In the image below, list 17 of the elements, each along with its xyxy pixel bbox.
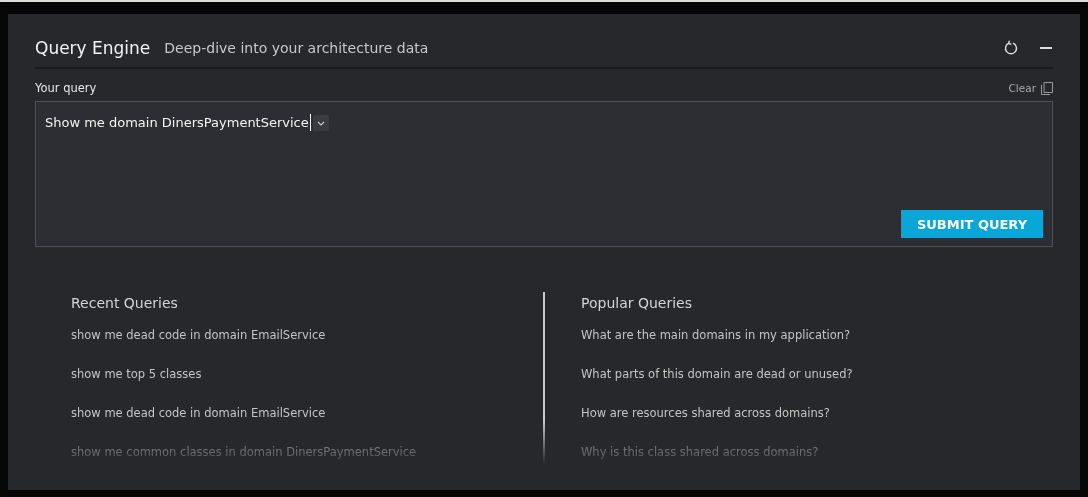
reset-icon[interactable] [1003, 40, 1019, 56]
popular-query-link[interactable]: What are the main domains in my application? [581, 328, 851, 344]
panel-title: Query Engine [35, 38, 151, 58]
query-text: Show me domain DinersPaymentService [45, 115, 309, 130]
popular-queries-heading: Popular Queries [581, 295, 693, 313]
recent-query-link[interactable]: show me dead code in domain EmailService [71, 328, 326, 344]
copy-icon[interactable] [1041, 81, 1053, 95]
popular-query-link[interactable]: What parts of this domain are dead or unused? [581, 367, 853, 383]
query-label: Your query [35, 81, 97, 95]
query-field[interactable]: Show me domain DinersPaymentService SUBMIT QUERY [35, 101, 1053, 247]
clear-button[interactable]: Clear [1008, 82, 1036, 94]
panel-subtitle: Deep-dive into your architecture data [164, 40, 429, 56]
recent-queries-heading: Recent Queries [71, 295, 179, 313]
recent-query-link[interactable]: show me dead code in domain EmailService [71, 406, 326, 422]
recent-query-link[interactable]: show me top 5 classes [71, 367, 202, 383]
popular-query-link[interactable]: How are resources shared across domains? [581, 406, 830, 422]
chevron-down-icon[interactable] [312, 114, 329, 131]
